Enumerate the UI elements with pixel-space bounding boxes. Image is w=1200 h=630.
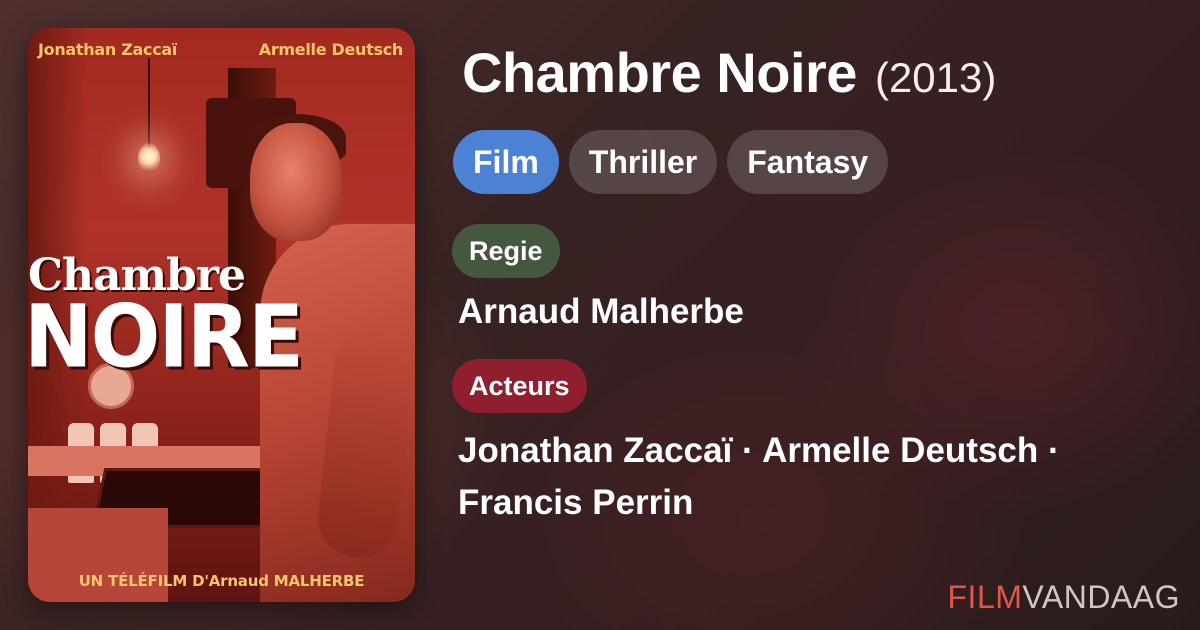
poster-bulb-cord [148,58,150,148]
actors-list: Jonathan Zaccaï · Armelle Deutsch · Fran… [458,425,1178,529]
director-name[interactable]: Arnaud Malherbe [458,292,744,332]
actors-line-1[interactable]: Jonathan Zaccaï · Armelle Deutsch · [458,425,1178,477]
brand-logo-film: FILM [947,579,1023,615]
movie-poster[interactable]: Jonathan Zaccaï Armelle Deutsch Chambre … [28,28,415,602]
genre-chip-fantasy[interactable]: Fantasy [727,130,889,194]
page-title: Chambre Noire [462,41,857,104]
release-year: (2013) [874,54,997,101]
genre-list: Film Thriller Fantasy [453,130,889,194]
poster-light-bulb [138,143,160,173]
poster-figure-head [250,123,342,241]
poster-credit-right: Armelle Deutsch [258,40,404,59]
title-row: Chambre Noire (2013) [462,40,996,105]
brand-logo[interactable]: FILMVANDAAG [948,579,1181,616]
brand-logo-vandaag: VANDAAG [1022,579,1180,615]
poster-title-line2: NOIRE [28,287,304,388]
regie-label: Regie [452,224,560,278]
poster-credit-left: Jonathan Zaccaï [38,40,178,59]
genre-chip-thriller[interactable]: Thriller [568,130,718,194]
poster-tagline: UN TÉLÉFILM D'Arnaud MALHERBE [78,572,365,590]
genre-chip-film[interactable]: Film [453,130,559,194]
acteurs-label: Acteurs [452,359,587,413]
actors-line-2[interactable]: Francis Perrin [458,477,1178,529]
